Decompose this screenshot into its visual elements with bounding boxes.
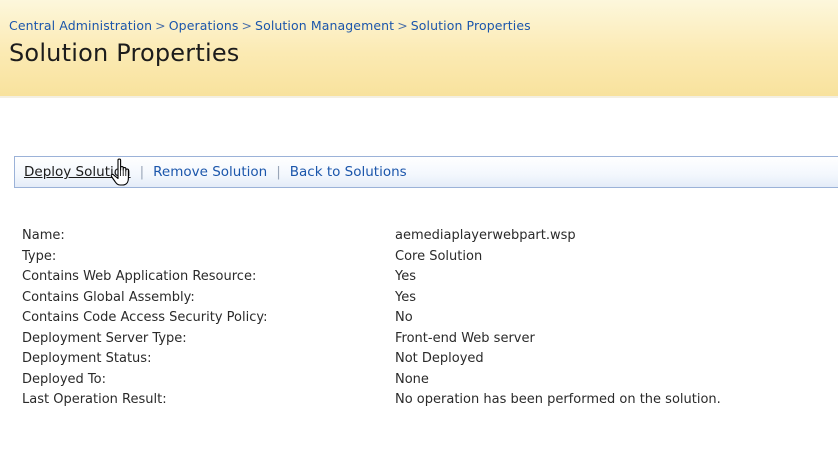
- property-value: Not Deployed: [395, 351, 484, 366]
- page-header: Central Administration > Operations > Soluti…: [0, 0, 838, 98]
- property-value: No operation has been performed on the s…: [395, 392, 721, 407]
- hand-pointer-cursor-icon: [110, 158, 129, 186]
- action-toolbar: Deploy Solution | Remove Solution | Back to …: [14, 156, 838, 188]
- breadcrumb-separator: >: [241, 18, 253, 33]
- property-value: No: [395, 310, 413, 325]
- property-label: Type:: [22, 248, 57, 264]
- breadcrumb-central-administration[interactable]: Central Administration: [9, 18, 152, 33]
- solution-properties-page: Central Administration > Operations > Soluti…: [0, 0, 838, 460]
- property-label: Contains Global Assembly:: [22, 289, 195, 305]
- breadcrumb: Central Administration > Operations > Soluti…: [9, 18, 531, 33]
- property-label: Deployed To:: [22, 371, 106, 387]
- breadcrumb-solution-properties: Solution Properties: [410, 18, 531, 33]
- property-label: Contains Web Application Resource:: [22, 269, 257, 284]
- toolbar-separator: |: [139, 164, 145, 180]
- property-label: Name:: [22, 228, 65, 243]
- property-value: Yes: [395, 289, 416, 305]
- property-label: Contains Code Access Security Policy:: [22, 310, 268, 325]
- toolbar-separator: |: [276, 164, 281, 180]
- property-value: Front-end Web server: [395, 330, 535, 346]
- remove-solution-link[interactable]: Remove Solution: [153, 164, 267, 180]
- page-title: Solution Properties: [9, 39, 240, 67]
- breadcrumb-operations[interactable]: Operations: [169, 18, 239, 33]
- property-value: None: [395, 371, 429, 387]
- property-label: Last Operation Result:: [22, 392, 167, 407]
- back-to-solutions-link[interactable]: Back to Solutions: [290, 164, 407, 180]
- property-value: Core Solution: [395, 248, 483, 264]
- breadcrumb-solution-management[interactable]: Solution Management: [255, 18, 394, 33]
- property-value: aemediaplayerwebpart.wsp: [395, 228, 576, 243]
- breadcrumb-separator: >: [397, 18, 408, 33]
- property-label: Deployment Server Type:: [22, 330, 187, 346]
- property-label: Deployment Status:: [22, 351, 152, 366]
- breadcrumb-separator: >: [155, 18, 166, 33]
- property-value: Yes: [395, 269, 416, 284]
